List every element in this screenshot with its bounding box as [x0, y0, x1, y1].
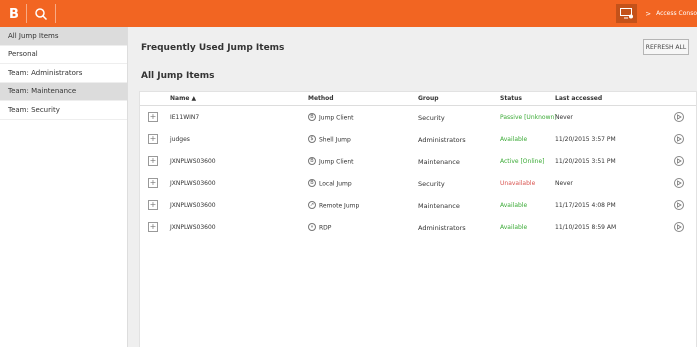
item-name: IE11WIN7 [170, 114, 200, 121]
item-group: Security [418, 114, 445, 122]
jump-button[interactable] [674, 200, 684, 210]
item-last-accessed: Never [555, 114, 573, 121]
item-last-accessed: 11/20/2015 3:57 PM [555, 136, 616, 143]
item-status: Available [500, 202, 528, 209]
table-row[interactable]: + JXNPLWS03600 » RDP Administrators Available… [140, 217, 696, 239]
item-status: Available [500, 224, 528, 231]
item-name: JXNPLWS03600 [170, 158, 216, 165]
main-content: Frequently Used Jump Items REFRESH ALL A… [129, 27, 697, 347]
sidebar: All Jump Items Personal Team: Administra… [0, 27, 128, 347]
column-header-group[interactable]: Group [418, 95, 439, 102]
column-header-name[interactable]: Name ▲ [170, 95, 196, 102]
item-status: Unavailable [500, 180, 536, 187]
jump-items-table: Name ▲ Method Group Status Last accessed… [139, 91, 697, 347]
item-group: Maintenance [418, 158, 460, 166]
divider [26, 4, 27, 23]
column-header-last-accessed[interactable]: Last accessed [555, 95, 602, 102]
jump-button[interactable] [674, 134, 684, 144]
item-group: Maintenance [418, 202, 460, 210]
jump-button[interactable] [674, 156, 684, 166]
sidebar-item-team-administrators[interactable]: Team: Administrators [0, 64, 127, 83]
item-method-label: Jump Client [319, 158, 354, 166]
jump-client-icon: B [308, 157, 316, 165]
play-icon [677, 136, 682, 142]
item-last-accessed: 11/17/2015 4:08 PM [555, 202, 616, 209]
item-group: Administrators [418, 224, 466, 232]
expand-icon[interactable]: + [148, 134, 158, 144]
column-header-method[interactable]: Method [308, 95, 334, 102]
jump-button[interactable] [674, 112, 684, 122]
item-method-label: Jump Client [319, 114, 354, 122]
expand-icon[interactable]: + [148, 200, 158, 210]
table-row[interactable]: + judges $ Shell Jump Administrators Availabl… [140, 129, 696, 151]
play-icon [677, 202, 682, 208]
table-row[interactable]: + JXNPLWS03600 B Local Jump Security Unavaila… [140, 173, 696, 195]
refresh-all-button[interactable]: REFRESH ALL [643, 39, 689, 55]
local-jump-icon: B [308, 179, 316, 187]
sidebar-item-label: Team: Security [8, 105, 60, 114]
search-icon[interactable] [34, 7, 48, 21]
item-group: Security [418, 180, 445, 188]
item-name: JXNPLWS03600 [170, 180, 216, 187]
sidebar-item-all-jump-items[interactable]: All Jump Items [0, 27, 127, 46]
table-row[interactable]: + IE11WIN7 B Jump Client Security Passive [Un… [140, 107, 696, 129]
sidebar-item-personal[interactable]: Personal [0, 46, 127, 64]
jump-button[interactable] [674, 222, 684, 232]
table-header: Name ▲ Method Group Status Last accessed [140, 92, 696, 106]
item-status: Available [500, 136, 528, 143]
item-name: judges [170, 136, 190, 143]
item-name: JXNPLWS03600 [170, 224, 216, 231]
expand-icon[interactable]: + [148, 178, 158, 188]
expand-icon[interactable]: + [148, 112, 158, 122]
item-status: Active [Online] [500, 158, 545, 165]
play-icon [677, 180, 682, 186]
column-header-status[interactable]: Status [500, 95, 522, 102]
table-row[interactable]: + JXNPLWS03600 ↗ Remote Jump Maintenance Avai… [140, 195, 696, 217]
item-method-label: Shell Jump [319, 136, 351, 144]
all-jump-items-title: All Jump Items [141, 71, 215, 81]
top-right-area: > Access Conso [616, 0, 697, 27]
item-last-accessed: Never [555, 180, 573, 187]
table-body: + IE11WIN7 B Jump Client Security Passive [Un… [140, 107, 696, 239]
access-console-link[interactable]: Access Conso [656, 10, 697, 17]
monitor-icon [620, 8, 634, 19]
divider [55, 4, 56, 23]
item-method: ↗ Remote Jump [308, 201, 360, 210]
item-last-accessed: 11/20/2015 3:51 PM [555, 158, 616, 165]
item-status: Passive [Unknown] [500, 114, 557, 121]
item-method: B Jump Client [308, 113, 354, 122]
table-row[interactable]: + JXNPLWS03600 B Jump Client Maintenance Acti… [140, 151, 696, 173]
item-method: $ Shell Jump [308, 135, 351, 144]
expand-icon[interactable]: + [148, 156, 158, 166]
item-method-label: RDP [319, 224, 332, 232]
jump-client-icon: B [308, 113, 316, 121]
play-icon [677, 158, 682, 164]
item-name: JXNPLWS03600 [170, 202, 216, 209]
sidebar-item-team-maintenance[interactable]: Team: Maintenance [0, 82, 127, 101]
expand-icon[interactable]: + [148, 222, 158, 232]
chevron-right-icon: > [645, 9, 652, 18]
logo[interactable]: B [9, 8, 19, 21]
item-method: » RDP [308, 223, 332, 232]
frequent-title: Frequently Used Jump Items [141, 43, 285, 53]
item-method: B Local Jump [308, 179, 352, 188]
play-icon [677, 114, 682, 120]
sidebar-item-label: All Jump Items [8, 31, 59, 40]
item-method: B Jump Client [308, 157, 354, 166]
sidebar-item-label: Team: Administrators [8, 68, 83, 77]
play-icon [677, 224, 682, 230]
item-group: Administrators [418, 136, 466, 144]
sidebar-item-label: Team: Maintenance [8, 87, 77, 96]
monitor-button[interactable] [616, 4, 638, 23]
item-method-label: Local Jump [319, 180, 352, 188]
item-method-label: Remote Jump [319, 202, 360, 210]
remote-jump-icon: ↗ [308, 201, 316, 209]
sidebar-item-label: Personal [8, 50, 38, 59]
item-last-accessed: 11/10/2015 8:59 AM [555, 224, 617, 231]
shell-jump-icon: $ [308, 135, 316, 143]
rdp-icon: » [308, 223, 316, 231]
sidebar-item-team-security[interactable]: Team: Security [0, 101, 127, 120]
jump-button[interactable] [674, 178, 684, 188]
top-bar: B > Access Conso [0, 0, 697, 27]
